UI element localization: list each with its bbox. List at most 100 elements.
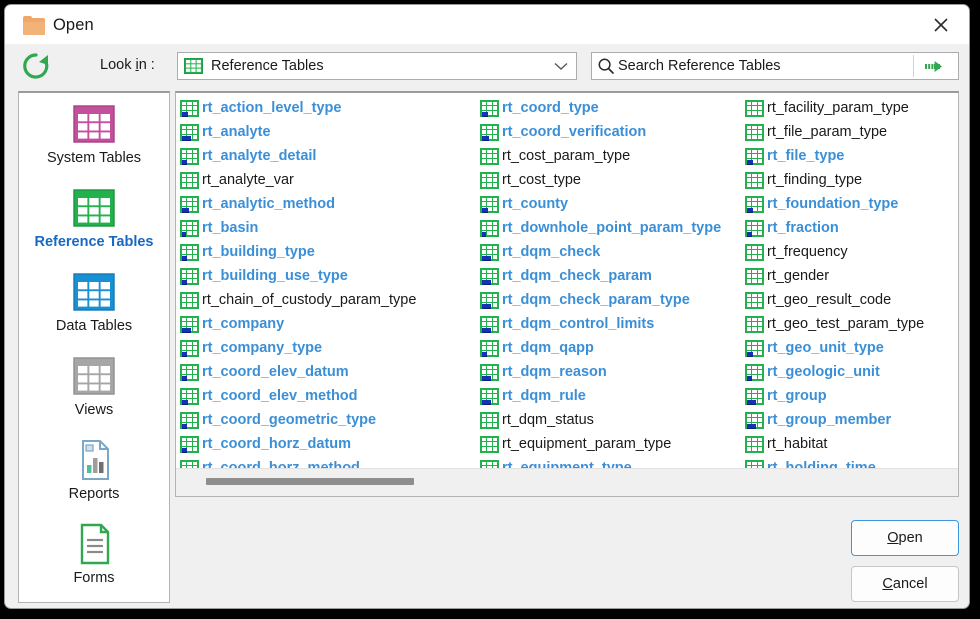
- list-item[interactable]: rt_county: [480, 192, 745, 216]
- chevron-down-icon[interactable]: [546, 53, 576, 79]
- list-item[interactable]: rt_group: [745, 384, 955, 408]
- sidebar-item-reports[interactable]: Reports: [19, 429, 169, 513]
- list-item[interactable]: rt_coord_geometric_type: [180, 408, 480, 432]
- list-item[interactable]: rt_dqm_status: [480, 408, 745, 432]
- table-data-badge-icon: [482, 111, 488, 117]
- list-item[interactable]: rt_equipment_param_type: [480, 432, 745, 456]
- list-item[interactable]: rt_analyte: [180, 120, 480, 144]
- table-data-badge-icon: [182, 111, 188, 117]
- list-item[interactable]: rt_geologic_unit: [745, 360, 955, 384]
- table-icon: [480, 243, 499, 261]
- sidebar-item-data-tables[interactable]: Data Tables: [19, 261, 169, 345]
- list-item[interactable]: rt_coord_elev_method: [180, 384, 480, 408]
- list-item[interactable]: rt_analyte_var: [180, 168, 480, 192]
- horizontal-scrollbar[interactable]: [176, 468, 958, 496]
- table-icon-green: [71, 185, 117, 231]
- sidebar-item-label: Reports: [68, 486, 120, 502]
- sidebar-item-forms[interactable]: Forms: [19, 513, 169, 597]
- list-item[interactable]: rt_geo_test_param_type: [745, 312, 955, 336]
- file-list-column: rt_coord_type rt_coord_verification rt_cos…: [480, 96, 745, 480]
- table-icon: [745, 243, 764, 261]
- close-icon[interactable]: [913, 5, 969, 44]
- sidebar-item-label: Views: [74, 402, 114, 418]
- list-item[interactable]: rt_basin: [180, 216, 480, 240]
- list-item[interactable]: rt_dqm_check_param: [480, 264, 745, 288]
- table-data-badge-icon: [182, 351, 187, 357]
- list-item-label: rt_dqm_rule: [502, 388, 586, 404]
- cancel-mnemonic: C: [882, 576, 893, 592]
- list-item[interactable]: rt_action_level_type: [180, 96, 480, 120]
- list-item-label: rt_coord_horz_datum: [202, 436, 352, 452]
- list-item[interactable]: rt_dqm_rule: [480, 384, 745, 408]
- search-input[interactable]: Search Reference Tables: [618, 58, 781, 74]
- table-data-badge-icon: [182, 231, 186, 237]
- list-item[interactable]: rt_habitat: [745, 432, 955, 456]
- table-icon: [480, 195, 499, 213]
- refresh-icon[interactable]: [18, 49, 54, 83]
- list-item[interactable]: rt_analytic_method: [180, 192, 480, 216]
- table-icon: [745, 411, 764, 429]
- table-icon: [745, 99, 764, 117]
- list-item[interactable]: rt_geo_result_code: [745, 288, 955, 312]
- list-item[interactable]: rt_foundation_type: [745, 192, 955, 216]
- open-mnemonic: O: [887, 530, 899, 546]
- list-item[interactable]: rt_downhole_point_param_type: [480, 216, 745, 240]
- list-item[interactable]: rt_cost_type: [480, 168, 745, 192]
- horizontal-scrollbar-thumb[interactable]: [206, 478, 414, 485]
- list-item[interactable]: rt_file_type: [745, 144, 955, 168]
- table-data-badge-icon: [182, 279, 187, 285]
- list-item[interactable]: rt_facility_param_type: [745, 96, 955, 120]
- list-item[interactable]: rt_building_type: [180, 240, 480, 264]
- table-data-badge-icon: [747, 399, 756, 405]
- list-item[interactable]: rt_fraction: [745, 216, 955, 240]
- open-button[interactable]: Open: [851, 520, 959, 556]
- list-item-label: rt_geologic_unit: [767, 364, 880, 380]
- list-item[interactable]: rt_coord_verification: [480, 120, 745, 144]
- list-item-label: rt_company: [202, 316, 285, 332]
- list-item-label: rt_habitat: [767, 436, 828, 452]
- path-combo-box[interactable]: Reference Tables: [177, 52, 577, 80]
- table-icon: [480, 435, 499, 453]
- green-arrow-right-icon[interactable]: [915, 53, 958, 79]
- table-icon: [480, 387, 499, 405]
- list-item[interactable]: rt_finding_type: [745, 168, 955, 192]
- list-item[interactable]: rt_coord_horz_datum: [180, 432, 480, 456]
- list-item[interactable]: rt_frequency: [745, 240, 955, 264]
- table-icon-blue: [71, 269, 117, 315]
- list-item[interactable]: rt_geo_unit_type: [745, 336, 955, 360]
- sidebar-item-views[interactable]: Views: [19, 345, 169, 429]
- list-item[interactable]: rt_dqm_check_param_type: [480, 288, 745, 312]
- list-item[interactable]: rt_company_type: [180, 336, 480, 360]
- list-item[interactable]: rt_chain_of_custody_param_type: [180, 288, 480, 312]
- look-in-label-pre: Look: [100, 57, 136, 73]
- list-item-label: rt_dqm_control_limits: [502, 316, 655, 332]
- list-item[interactable]: rt_dqm_qapp: [480, 336, 745, 360]
- list-item[interactable]: rt_group_member: [745, 408, 955, 432]
- sidebar-item-system-tables[interactable]: System Tables: [19, 93, 169, 177]
- sidebar-item-reference-tables[interactable]: Reference Tables: [19, 177, 169, 261]
- list-item-label: rt_cost_type: [502, 172, 581, 188]
- list-item[interactable]: rt_analyte_detail: [180, 144, 480, 168]
- list-item-label: rt_geo_result_code: [767, 292, 892, 308]
- list-item[interactable]: rt_dqm_check: [480, 240, 745, 264]
- list-item[interactable]: rt_dqm_control_limits: [480, 312, 745, 336]
- table-data-badge-icon: [182, 423, 187, 429]
- table-data-badge-icon: [747, 375, 752, 381]
- table-icon: [745, 171, 764, 189]
- table-icon: [480, 339, 499, 357]
- sidebar-item-label: System Tables: [46, 150, 142, 166]
- list-item[interactable]: rt_gender: [745, 264, 955, 288]
- list-item[interactable]: rt_cost_param_type: [480, 144, 745, 168]
- table-icon: [180, 123, 199, 141]
- table-data-badge-icon: [182, 327, 191, 333]
- list-item[interactable]: rt_company: [180, 312, 480, 336]
- list-item[interactable]: rt_file_param_type: [745, 120, 955, 144]
- toolbar: Look in : Reference Tables Search Refere…: [5, 44, 969, 88]
- search-box[interactable]: Search Reference Tables: [591, 52, 959, 80]
- list-item[interactable]: rt_coord_type: [480, 96, 745, 120]
- list-item[interactable]: rt_coord_elev_datum: [180, 360, 480, 384]
- list-item[interactable]: rt_building_use_type: [180, 264, 480, 288]
- table-data-badge-icon: [747, 207, 753, 213]
- cancel-button[interactable]: Cancel: [851, 566, 959, 602]
- list-item[interactable]: rt_dqm_reason: [480, 360, 745, 384]
